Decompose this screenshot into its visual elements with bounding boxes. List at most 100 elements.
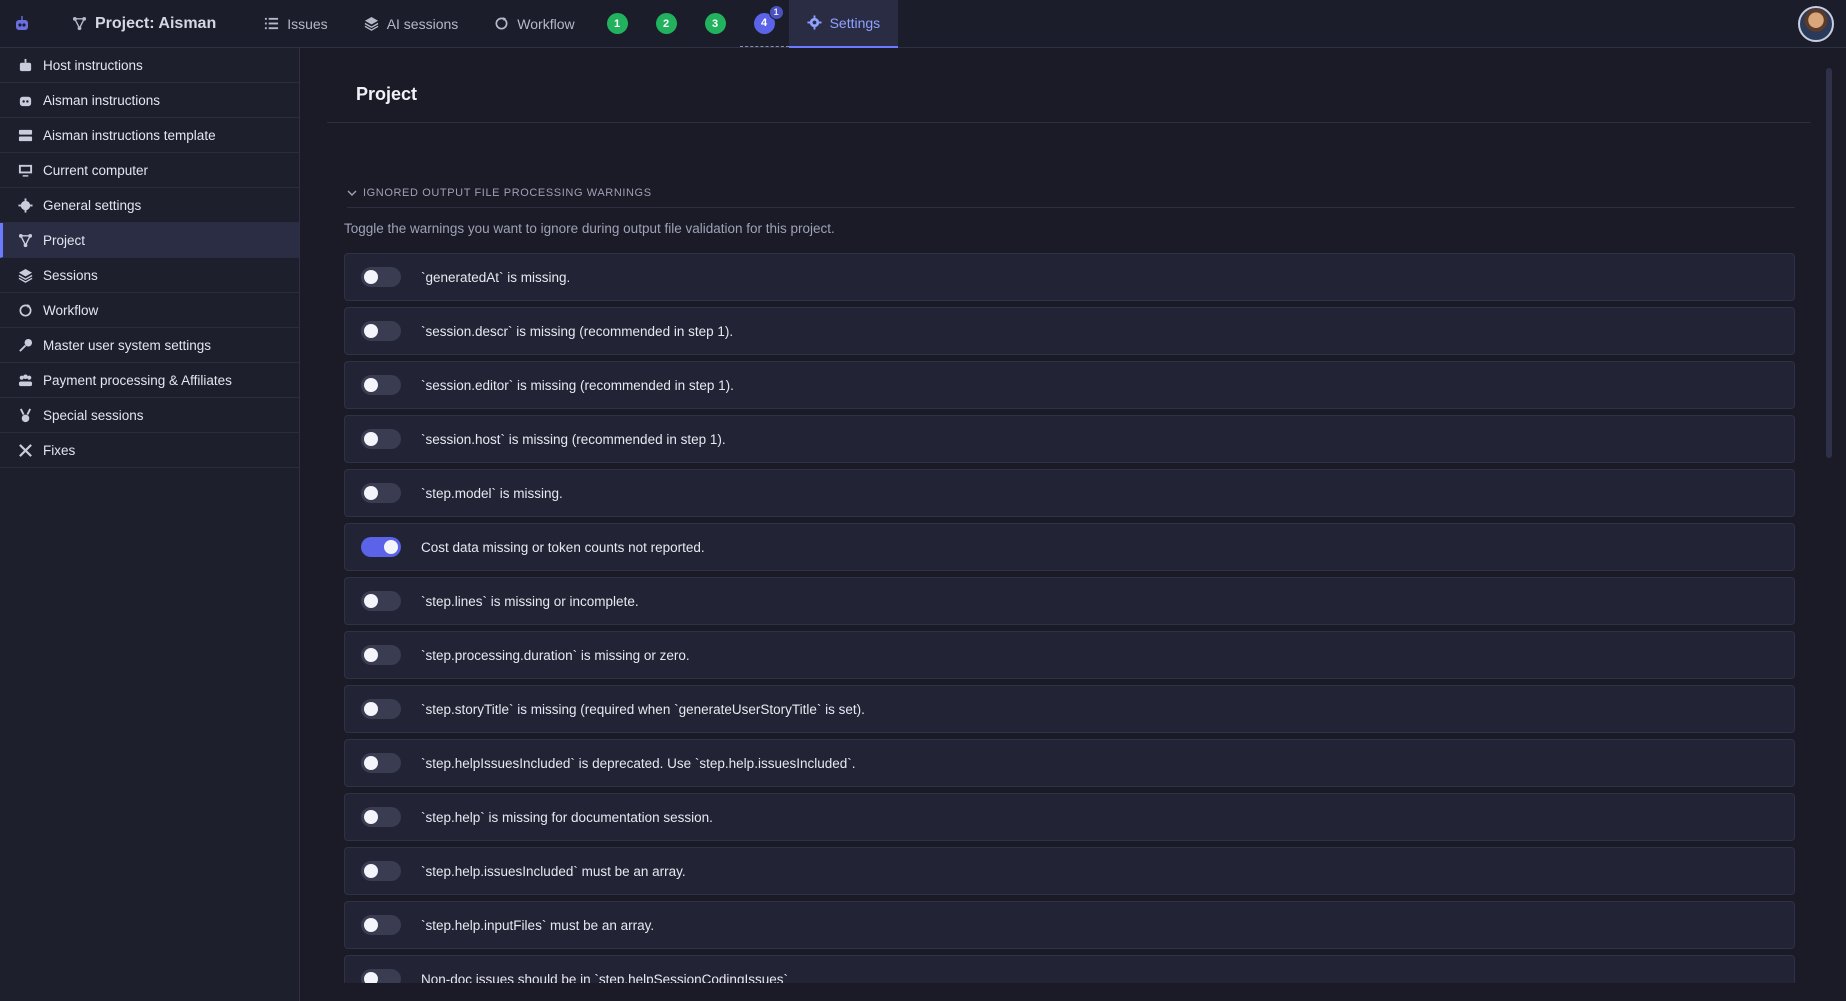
warning-row: `step.helpIssuesIncluded` is deprecated.… [344,739,1795,787]
warning-row: Non-doc issues should be in `step.helpSe… [344,955,1795,983]
warning-row: `step.processing.duration` is missing or… [344,631,1795,679]
warning-row: `step.model` is missing. [344,469,1795,517]
warning-label: `step.help.issuesIncluded` must be an ar… [421,863,686,879]
warning-toggle[interactable] [361,267,401,287]
warning-toggle[interactable] [361,699,401,719]
warning-toggle[interactable] [361,861,401,881]
app-logo-icon[interactable] [0,0,44,48]
warning-label: `generatedAt` is missing. [421,269,571,285]
warning-label: `step.storyTitle` is missing (required w… [421,701,865,717]
layers-icon [18,268,33,283]
sidebar-item-sessions[interactable]: Sessions [0,258,299,293]
sidebar-item-aisman-instructions-template[interactable]: Aisman instructions template [0,118,299,153]
warning-row: `step.help` is missing for documentation… [344,793,1795,841]
list-icon [265,17,279,30]
nav-issues[interactable]: Issues [246,0,345,48]
gear-icon [807,15,822,30]
sidebar-item-host-instructions[interactable]: Host instructions [0,48,299,83]
nav-ai-sessions[interactable]: AI sessions [346,0,477,48]
step-3-button[interactable]: 3 [704,13,726,34]
sidebar-item-label: Payment processing & Affiliates [43,372,232,388]
users-icon [18,374,33,386]
tools-icon [19,443,32,457]
warning-label: `step.model` is missing. [421,485,563,501]
template-icon [18,129,33,141]
sidebar-item-label: General settings [43,197,142,213]
warning-toggle[interactable] [361,321,401,341]
warning-label: `session.host` is missing (recommended i… [421,431,726,447]
warning-toggle[interactable] [361,537,401,557]
step-4-label: 4 [761,17,768,29]
sidebar-item-label: Aisman instructions [43,92,161,108]
warning-row: `step.help.issuesIncluded` must be an ar… [344,847,1795,895]
robot-icon [19,58,32,71]
sidebar-item-fixes[interactable]: Fixes [0,433,299,468]
sidebar-item-label: Project [43,232,86,248]
sidebar-item-label: Aisman instructions template [43,127,216,143]
sidebar-item-current-computer[interactable]: Current computer [0,153,299,188]
warning-label: `step.lines` is missing or incomplete. [421,593,639,609]
warning-toggle[interactable] [361,375,401,395]
sidebar-item-label: Current computer [43,162,149,178]
sidebar-item-label: Master user system settings [43,337,212,353]
warning-toggle[interactable] [361,429,401,449]
warning-row: `session.host` is missing (recommended i… [344,415,1795,463]
nav-settings-label: Settings [829,14,881,31]
nav-ai-sessions-label: AI sessions [386,15,459,32]
top-navbar: Project: Aisman Issues AI sessions Workf… [0,0,1846,48]
section-header-ignored-warnings[interactable]: IGNORED OUTPUT FILE PROCESSING WARNINGS [347,187,1795,208]
nav-workflow-label: Workflow [517,15,575,32]
sidebar-item-payment-processing[interactable]: Payment processing & Affiliates [0,363,299,398]
sidebar-item-general-settings[interactable]: General settings [0,188,299,223]
title-divider [327,122,1811,123]
warning-row: `step.storyTitle` is missing (required w… [344,685,1795,733]
sidebar-item-label: Fixes [43,442,76,458]
sidebar-item-label: Host instructions [43,57,143,73]
main-content: Project IGNORED OUTPUT FILE PROCESSING W… [301,48,1846,1001]
warning-row: `session.editor` is missing (recommended… [344,361,1795,409]
section-title: IGNORED OUTPUT FILE PROCESSING WARNINGS [363,187,652,199]
warning-toggle[interactable] [361,645,401,665]
sidebar-item-project[interactable]: Project [0,223,299,258]
warning-toggle[interactable] [361,807,401,827]
gear-icon [18,197,33,213]
warning-toggle[interactable] [361,591,401,611]
monitor-icon [18,164,33,177]
project-icon [72,16,87,31]
workflow-icon [19,303,32,316]
step-4-wrap: 4 1 [739,0,789,47]
nav-issues-label: Issues [287,15,328,32]
nav-project[interactable]: Project: Aisman [44,0,246,48]
warning-label: `step.help.inputFiles` must be an array. [421,917,655,933]
warning-row: Cost data missing or token counts not re… [344,523,1795,571]
warning-toggle[interactable] [361,915,401,935]
warning-row: `step.help.inputFiles` must be an array. [344,901,1795,949]
sidebar-item-special-sessions[interactable]: Special sessions [0,398,299,433]
step-4-button[interactable]: 4 1 [753,4,784,34]
robot-face-icon [19,96,32,106]
scrollbar[interactable] [1826,68,1832,458]
step-2-button[interactable]: 2 [655,13,677,34]
warning-label: `step.help` is missing for documentation… [421,809,713,825]
nav-workflow[interactable]: Workflow [476,0,592,48]
page-title: Project [356,84,418,104]
sidebar-item-master-user-system-settings[interactable]: Master user system settings [0,328,299,363]
sidebar-item-workflow[interactable]: Workflow [0,293,299,328]
step-1-wrap: 1 [593,0,642,48]
warning-label: Cost data missing or token counts not re… [421,539,705,555]
warning-toggle[interactable] [361,753,401,773]
warning-toggle[interactable] [361,969,401,983]
user-avatar[interactable] [1798,6,1834,42]
section-description: Toggle the warnings you want to ignore d… [344,221,835,236]
sidebar-item-aisman-instructions[interactable]: Aisman instructions [0,83,299,118]
sidebar-item-label: Sessions [43,267,98,283]
step-1-button[interactable]: 1 [606,13,628,34]
key-icon [19,338,33,352]
nav-settings[interactable]: Settings [788,0,899,48]
medal-icon [19,408,32,422]
step-3-wrap: 3 [691,0,740,48]
settings-sidebar: Host instructions Aisman instructions Ai… [0,48,300,1001]
warning-label: `session.descr` is missing (recommended … [421,323,734,339]
warning-toggle[interactable] [361,483,401,503]
warning-label: `step.helpIssuesIncluded` is deprecated.… [421,755,856,771]
